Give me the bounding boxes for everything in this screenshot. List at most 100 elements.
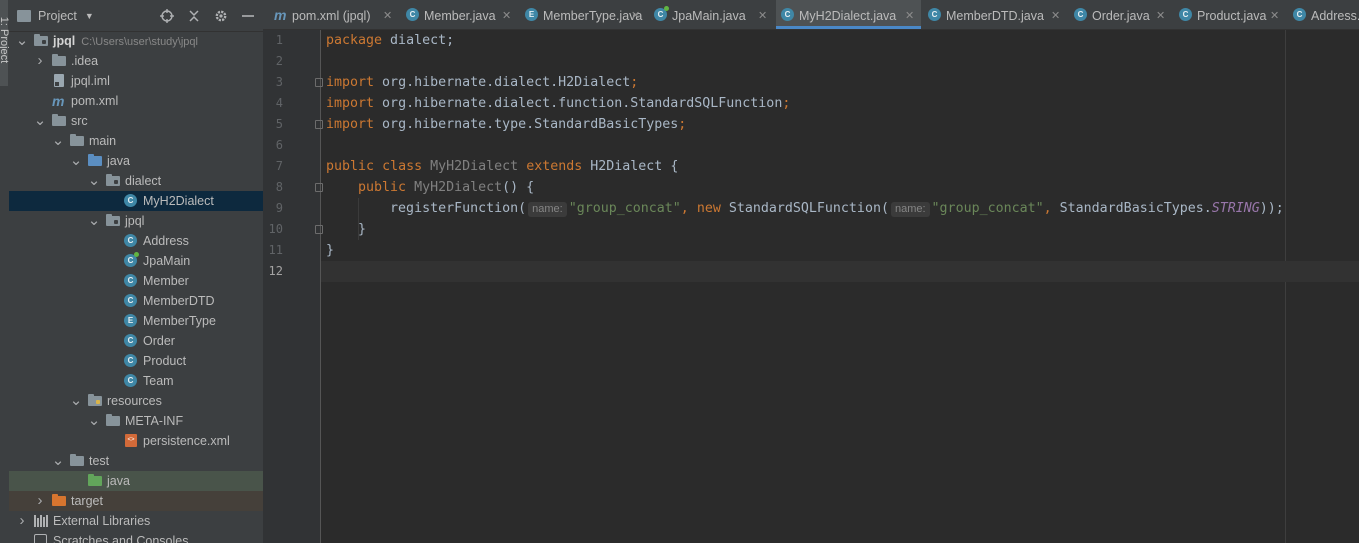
close-icon[interactable]: ✕ (1051, 0, 1060, 29)
collapse-all-icon[interactable] (187, 9, 201, 23)
tab-jpamain-java[interactable]: C JpaMain.java ✕ (649, 0, 774, 29)
minimize-icon[interactable] (241, 9, 255, 23)
class-icon: C (124, 334, 138, 348)
tree-item-text: Order (143, 334, 175, 348)
project-tool-tab[interactable]: 1: Project (0, 0, 10, 86)
tree-item-product[interactable]: C Product (9, 351, 263, 371)
tree-item-jpql[interactable]: ⌄ jpql (9, 211, 263, 231)
tree-item-main[interactable]: ⌄ main (9, 131, 263, 151)
tab-product-java[interactable]: C Product.java ✕ (1174, 0, 1286, 29)
chevron-down-icon[interactable]: ⌄ (52, 131, 65, 151)
tree-item-text: test (89, 454, 110, 468)
close-icon[interactable]: ✕ (758, 0, 767, 29)
chevron-down-icon[interactable]: ⌄ (34, 111, 47, 131)
tree-item-text: pom.xml (71, 94, 119, 108)
line-number: 2 (275, 54, 283, 68)
tree-item-external-libraries[interactable]: › External Libraries (9, 511, 263, 531)
tree-item-text: jpql (125, 214, 145, 228)
line-number: 3 (275, 75, 283, 89)
parameter-hint: name: (890, 202, 930, 217)
chevron-down-icon[interactable]: ⌄ (16, 31, 29, 51)
tree-item-text: java (107, 154, 130, 168)
tab-memberdtd-java[interactable]: C MemberDTD.java ✕ (923, 0, 1067, 29)
chevron-down-icon[interactable]: ⌄ (88, 211, 101, 231)
tree-item-jpql[interactable]: ⌄ jpql C:\Users\user\study\jpql (9, 31, 263, 51)
tree-item-text: .idea (71, 54, 99, 68)
maven-file-icon: m (52, 93, 65, 109)
tree-item-label: .idea (71, 51, 98, 71)
tree-item-member[interactable]: C Member (9, 271, 263, 291)
close-icon[interactable]: ✕ (1270, 0, 1279, 29)
tab-order-java[interactable]: C Order.java ✕ (1069, 0, 1172, 29)
code-line-4: import org.hibernate.dialect.function.St… (326, 96, 791, 111)
close-icon[interactable]: ✕ (631, 0, 640, 29)
tree-item-src[interactable]: ⌄ src (9, 111, 263, 131)
module-path: C:\Users\user\study\jpql (81, 36, 198, 48)
tree-item-label: jpql C:\Users\user\study\jpql (53, 31, 198, 52)
line-number: 7 (275, 159, 283, 173)
line-gutter: 1 2 3 4 5 6 7 8 9 10 11 12 (263, 30, 323, 543)
chevron-down-icon[interactable]: ⌄ (88, 411, 101, 431)
line-number: 1 (275, 33, 283, 47)
tree-item-team[interactable]: C Team (9, 371, 263, 391)
tree-item-text: java (107, 474, 130, 488)
tree-item-text: jpql (53, 34, 76, 48)
tree-item-text: target (71, 494, 103, 508)
tree-item-test[interactable]: ⌄ test (9, 451, 263, 471)
tree-item-meta-inf[interactable]: ⌄ META-INF (9, 411, 263, 431)
close-icon[interactable]: ✕ (1156, 0, 1165, 29)
tree-item-pom-xml[interactable]: m pom.xml (9, 91, 263, 111)
folder-icon (70, 454, 84, 468)
chevron-down-icon[interactable]: ▼ (85, 11, 94, 21)
chevron-down-icon[interactable]: ⌄ (70, 151, 83, 171)
tree-item-persistence-xml[interactable]: <> persistence.xml (9, 431, 263, 451)
tree-item-membertype[interactable]: E MemberType (9, 311, 263, 331)
tree-item-label: dialect (125, 171, 161, 191)
close-icon[interactable]: ✕ (905, 0, 914, 29)
chevron-right-icon[interactable]: › (16, 511, 28, 531)
tree-item-jpamain[interactable]: C JpaMain (9, 251, 263, 271)
tree-item-address[interactable]: C Address (9, 231, 263, 251)
line-number: 4 (275, 96, 283, 110)
tree-item-label: java (107, 471, 130, 491)
line-number: 8 (275, 180, 283, 194)
tree-item-resources[interactable]: ⌄ resources (9, 391, 263, 411)
close-icon[interactable]: ✕ (502, 0, 511, 29)
tree-item-java[interactable]: java (9, 471, 263, 491)
tab-member-java[interactable]: C Member.java ✕ (401, 0, 518, 29)
tree-item--idea[interactable]: › .idea (9, 51, 263, 71)
project-panel-title[interactable]: Project (38, 9, 77, 23)
code-line-11: } (326, 243, 335, 258)
line-number: 6 (275, 138, 283, 152)
tree-item-target[interactable]: › target (9, 491, 263, 511)
tree-item-label: Member (143, 271, 189, 291)
tab-address-ja[interactable]: C Address.ja (1288, 0, 1359, 29)
tab-myh2dialect-java[interactable]: C MyH2Dialect.java ✕ (776, 0, 921, 29)
chevron-right-icon[interactable]: › (34, 491, 46, 511)
class-icon: C (1179, 8, 1192, 21)
tab-membertype-java[interactable]: E MemberType.java ✕ (520, 0, 647, 29)
tab-label: MyH2Dialect.java (799, 9, 897, 23)
chevron-right-icon[interactable]: › (34, 51, 46, 71)
tree-item-label: Address (143, 231, 189, 251)
libraries-icon (34, 514, 48, 528)
gear-icon[interactable] (214, 9, 228, 23)
tree-item-label: META-INF (125, 411, 183, 431)
tree-item-text: persistence.xml (143, 434, 230, 448)
tree-item-myh2dialect[interactable]: C MyH2Dialect (9, 191, 263, 211)
tab-pom-xml-jpql-[interactable]: m pom.xml (jpql) ✕ (269, 0, 399, 29)
source-folder-icon (88, 154, 102, 168)
tree-item-memberdtd[interactable]: C MemberDTD (9, 291, 263, 311)
chevron-down-icon[interactable]: ⌄ (70, 391, 83, 411)
code-editor[interactable]: package dialect; import org.hibernate.di… (321, 30, 1359, 543)
tree-item-java[interactable]: ⌄ java (9, 151, 263, 171)
tree-item-scratches-and-consoles[interactable]: Scratches and Consoles (9, 531, 263, 543)
chevron-down-icon[interactable]: ⌄ (52, 451, 65, 471)
tree-item-order[interactable]: C Order (9, 331, 263, 351)
chevron-down-icon[interactable]: ⌄ (88, 171, 101, 191)
tree-item-jpql-iml[interactable]: jpql.iml (9, 71, 263, 91)
class-icon: C (124, 354, 138, 368)
tree-item-dialect[interactable]: ⌄ dialect (9, 171, 263, 191)
crosshair-icon[interactable] (160, 8, 174, 23)
close-icon[interactable]: ✕ (383, 0, 392, 29)
